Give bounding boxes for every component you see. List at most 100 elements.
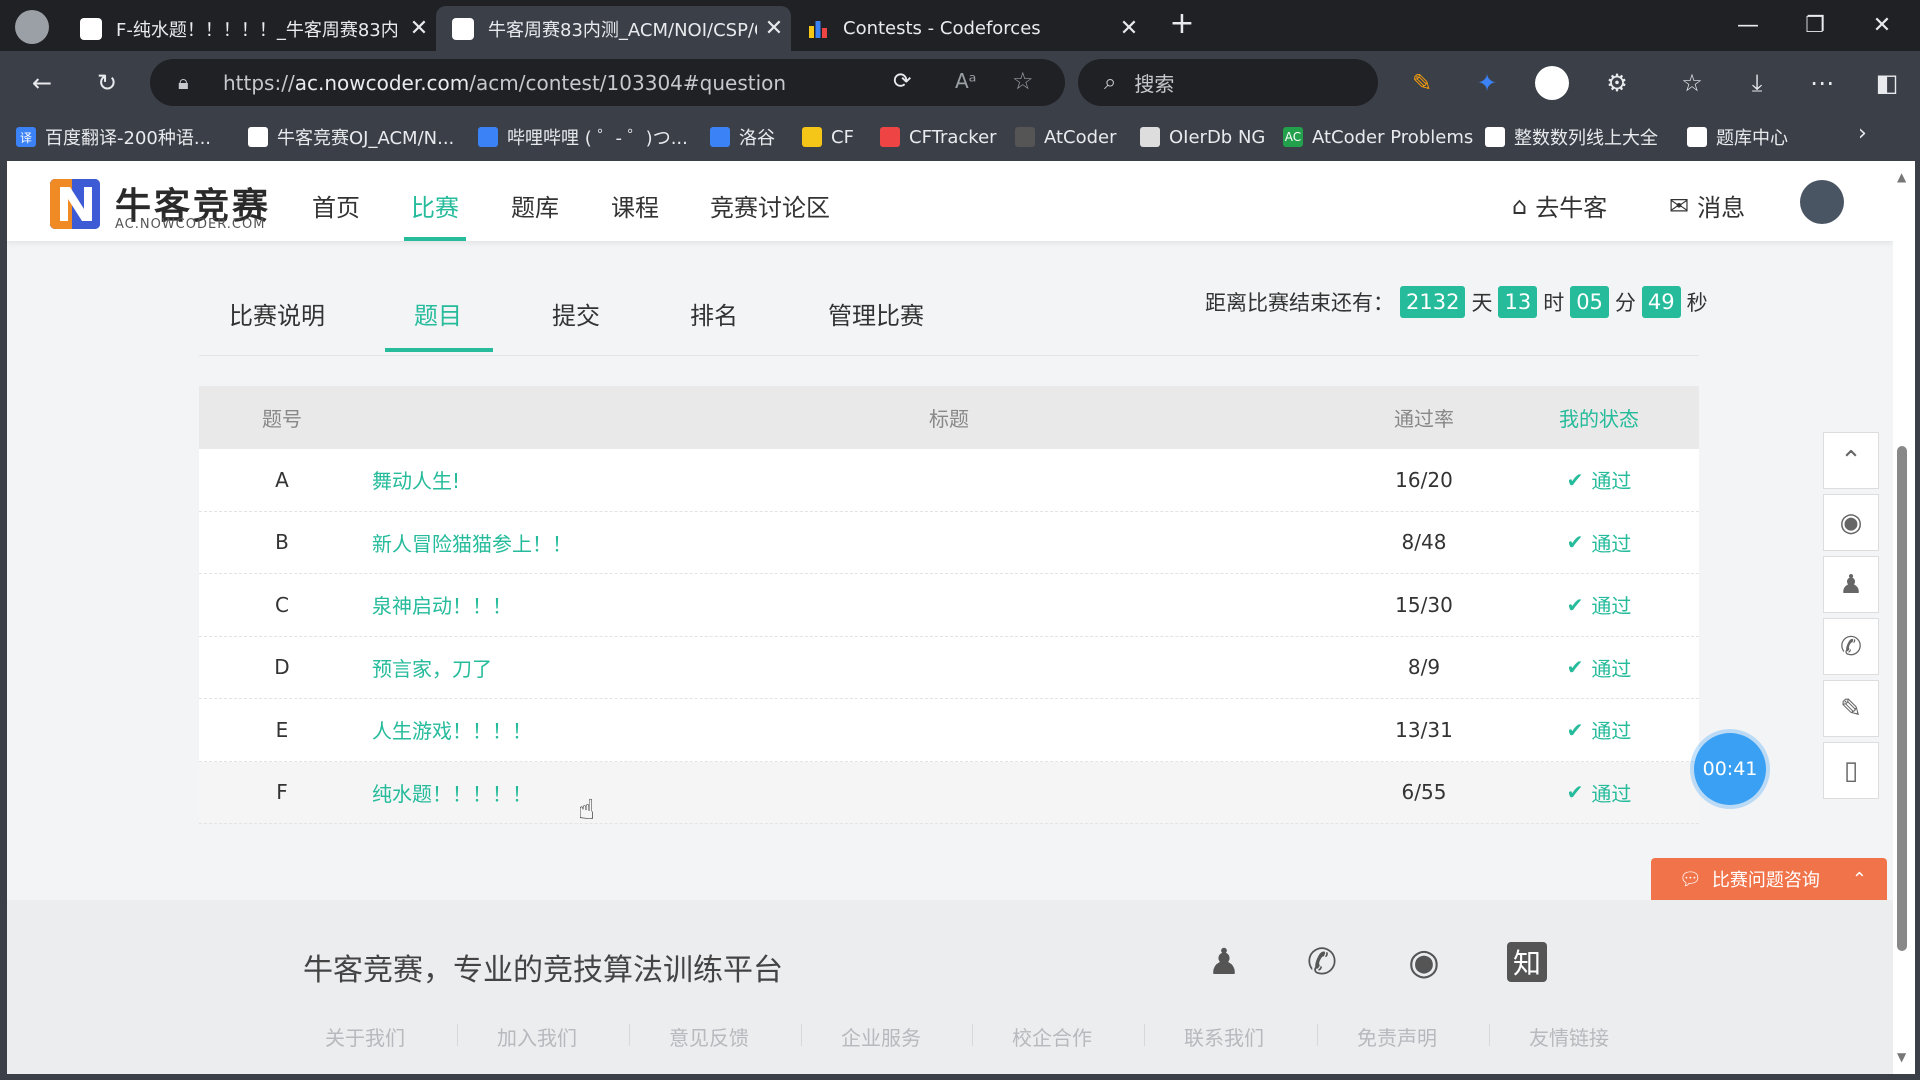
close-tab-icon[interactable]: ✕ [402, 16, 436, 41]
countdown-seconds: 49 [1641, 286, 1681, 318]
footer-link[interactable]: 关于我们 [325, 1022, 405, 1051]
edge-refresh-icon[interactable]: ⟳ [893, 69, 911, 94]
extension-avatar-icon[interactable] [1532, 63, 1572, 103]
tab-submissions[interactable]: 提交 [552, 296, 600, 331]
problem-title-link[interactable]: 纯水题！！！！！ [372, 762, 532, 824]
tab-ranking[interactable]: 排名 [690, 296, 738, 331]
tab-contest-info[interactable]: 比赛说明 [229, 296, 325, 331]
bookmark-item[interactable]: 哔哩哔哩 ( ゜- ゜)つ... [478, 123, 688, 151]
my-status[interactable]: ✔ 通过 [1499, 449, 1699, 511]
bookmark-item[interactable]: OIerDb NG [1140, 123, 1265, 151]
favorite-star-icon[interactable]: ☆ [1012, 67, 1034, 95]
problem-title-link[interactable]: 人生游戏！！！！ [372, 699, 532, 761]
problem-title-link[interactable]: 泉神启动！！！ [372, 574, 512, 636]
table-row[interactable]: C 泉神启动！！！ 15/30 ✔ 通过 [199, 574, 1699, 637]
profile-avatar[interactable] [15, 10, 49, 44]
bookmark-item[interactable]: AtCoder [1015, 123, 1117, 151]
close-tab-icon[interactable]: ✕ [1112, 16, 1146, 41]
browser-tab-3[interactable]: Contests - Codeforces ✕ [791, 6, 1146, 51]
bookmark-item[interactable]: CF [802, 123, 854, 151]
tab-problems[interactable]: 题目 [414, 296, 462, 331]
close-tab-icon[interactable]: ✕ [757, 16, 791, 41]
bookmark-item[interactable]: 题库中心 [1687, 123, 1788, 151]
back-icon[interactable]: ← [22, 63, 62, 103]
read-aloud-icon[interactable]: Aᵃ [955, 69, 977, 93]
bookmark-item[interactable]: 洛谷 [710, 123, 775, 151]
reload-icon[interactable]: ↻ [87, 63, 127, 103]
site-header: 牛客竞赛 AC.NOWCODER.COM 首页 比赛 题库 课程 竞赛讨论区 ⌂… [7, 161, 1893, 241]
more-icon[interactable]: ⋯ [1802, 63, 1842, 103]
problem-title-link[interactable]: 舞动人生! [372, 449, 460, 511]
timer-badge[interactable]: 00:41 [1694, 733, 1766, 805]
table-row[interactable]: A 舞动人生! 16/20 ✔ 通过 [199, 449, 1699, 512]
table-row[interactable]: F 纯水题！！！！！ 6/55 ✔ 通过 [199, 761, 1699, 824]
table-row[interactable]: B 新人冒险猫猫参上！！ 8/48 ✔ 通过 [199, 512, 1699, 574]
footer-link[interactable]: 免责声明 [1357, 1022, 1437, 1051]
bookmark-label: AtCoder Problems [1312, 126, 1474, 148]
extensions-icon[interactable]: ⚙ [1597, 63, 1637, 103]
mobile-icon[interactable]: ▯ [1823, 742, 1879, 799]
my-status[interactable]: ✔ 通过 [1499, 512, 1699, 574]
browser-tab-1[interactable]: F-纯水题！！！！！_牛客周赛83内 ✕ [64, 6, 436, 51]
scroll-up-arrow-icon[interactable]: ▲ [1897, 170, 1906, 184]
search-box[interactable]: ⌕ 搜索 [1078, 59, 1378, 106]
table-row[interactable]: D 预言家，刀了 8/9 ✔ 通过 [199, 637, 1699, 699]
new-tab-icon[interactable]: + [1165, 8, 1199, 42]
go-nowcoder-label: 去牛客 [1535, 194, 1608, 222]
messages-link[interactable]: ✉ 消息 [1669, 188, 1745, 223]
nav-discussion[interactable]: 竞赛讨论区 [710, 188, 830, 223]
footer-link[interactable]: 加入我们 [497, 1022, 577, 1051]
wechat-share-icon[interactable]: ✆ [1823, 618, 1879, 675]
wechat-icon[interactable]: ✆ [1297, 937, 1347, 987]
download-icon[interactable]: ⤓ [1737, 63, 1777, 103]
luogu-icon [710, 127, 730, 147]
weibo-icon[interactable]: ◉ [1399, 937, 1449, 987]
footer-link[interactable]: 意见反馈 [669, 1022, 749, 1051]
bookmark-item[interactable]: 整数数列线上大全 [1485, 123, 1658, 151]
nav-contests[interactable]: 比赛 [411, 188, 459, 223]
zhihu-icon[interactable]: 知 [1502, 937, 1552, 987]
address-bar[interactable]: 🔒︎ https://ac.nowcoder.com/acm/contest/1… [150, 59, 1065, 106]
my-status[interactable]: ✔ 通过 [1499, 574, 1699, 636]
my-status[interactable]: ✔ 通过 [1499, 762, 1699, 824]
table-row[interactable]: E 人生游戏！！！！ 13/31 ✔ 通过 [199, 699, 1699, 762]
bookmark-item[interactable]: CFTracker [880, 123, 997, 151]
footer-link[interactable]: 联系我们 [1184, 1022, 1264, 1051]
qq-share-icon[interactable]: ♟ [1823, 556, 1879, 613]
nowcoder-logo-icon[interactable] [50, 179, 100, 229]
nav-courses[interactable]: 课程 [611, 188, 659, 223]
user-avatar[interactable] [1800, 180, 1844, 224]
problem-title-link[interactable]: 预言家，刀了 [372, 637, 492, 699]
contest-consult-button[interactable]: 💬︎ 比赛问题咨询 ⌃ [1651, 858, 1887, 900]
sidebar-toggle-icon[interactable]: ◧ [1867, 63, 1907, 103]
close-window-icon[interactable]: ✕ [1852, 0, 1912, 51]
go-nowcoder-link[interactable]: ⌂ 去牛客 [1512, 188, 1607, 223]
problem-title-link[interactable]: 新人冒险猫猫参上！！ [372, 512, 572, 574]
minimize-icon[interactable]: — [1718, 0, 1778, 51]
tab-manage-contest[interactable]: 管理比赛 [828, 296, 924, 331]
scroll-top-icon[interactable]: ⌃ [1823, 432, 1879, 489]
browser-tab-2[interactable]: 牛客周赛83内测_ACM/NOI/CSP/C ✕ [436, 6, 791, 51]
nav-home[interactable]: 首页 [312, 188, 360, 223]
qq-icon[interactable]: ♟ [1199, 937, 1249, 987]
my-status[interactable]: ✔ 通过 [1499, 637, 1699, 699]
weibo-share-icon[interactable]: ◉ [1823, 494, 1879, 551]
footer-link[interactable]: 企业服务 [841, 1022, 921, 1051]
edit-icon[interactable]: ✎ [1823, 680, 1879, 737]
bookmark-item[interactable]: 译百度翻译-200种语... [16, 123, 211, 151]
extension-butterfly-icon[interactable]: ✦ [1467, 63, 1507, 103]
scrollbar-thumb[interactable] [1897, 446, 1907, 951]
nav-problem-bank[interactable]: 题库 [511, 188, 559, 223]
restore-icon[interactable]: ❐ [1785, 0, 1845, 51]
bookmark-item[interactable]: 牛客竞赛OJ_ACM/N... [248, 123, 454, 151]
bookmarks-more-icon[interactable]: › [1858, 121, 1867, 146]
bookmark-item[interactable]: AC AtCoder Problems [1283, 123, 1473, 151]
my-status[interactable]: ✔ 通过 [1499, 699, 1699, 761]
favorites-icon[interactable]: ☆ [1672, 63, 1712, 103]
check-icon: ✔ [1566, 780, 1584, 805]
scroll-down-arrow-icon[interactable]: ▼ [1897, 1050, 1906, 1064]
oierdb-icon [1140, 127, 1160, 147]
footer-link[interactable]: 友情链接 [1529, 1022, 1609, 1051]
extension-pencil-icon[interactable]: ✎ [1402, 63, 1442, 103]
footer-link[interactable]: 校企合作 [1012, 1022, 1092, 1051]
